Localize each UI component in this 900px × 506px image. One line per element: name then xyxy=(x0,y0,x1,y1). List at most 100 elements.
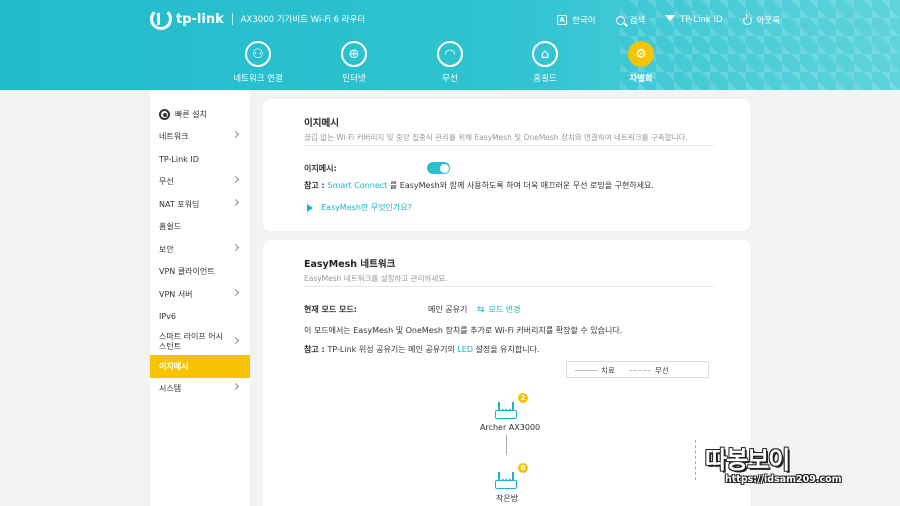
tplink-id-icon xyxy=(665,15,676,25)
note-suffix: 설정을 유지합니다. xyxy=(473,345,540,354)
chevron-right-icon xyxy=(231,130,240,139)
sidebar-item-vpn-client[interactable]: VPN 클라이언트 xyxy=(150,260,250,283)
nav-network-map[interactable]: ⚇ 네트워크 연결 xyxy=(213,38,303,84)
sidebar-item-label: 스마트 라이프 어시 스턴트 xyxy=(159,332,223,351)
led-link[interactable]: LED xyxy=(457,345,473,354)
easymesh-card: 이지메시 끊김 없는 Wi-Fi 커버리지 및 중앙 집중식 관리를 위해 Ea… xyxy=(263,99,750,231)
topology-legend: 치료 무선 xyxy=(566,361,709,378)
search-link[interactable]: 검색 xyxy=(615,14,646,26)
divider xyxy=(304,286,714,287)
note-text: 를 EasyMesh와 함께 사용하도록 하여 더욱 매끄러운 무선 로밍을 구… xyxy=(387,181,654,190)
sidebar-item-label: VPN 서버 xyxy=(159,290,193,299)
sidebar-item-label: 시스템 xyxy=(159,384,182,393)
nav-label: 차별화 xyxy=(629,74,653,84)
wifi-icon: ◠ xyxy=(437,41,463,67)
wireless-line-sample xyxy=(629,370,651,371)
sidebar-item-label: 이지메시 xyxy=(159,362,189,371)
satellite-client-count: 0 xyxy=(518,463,528,473)
sidebar-item-label: 빠른 설치 xyxy=(175,110,207,119)
nav-internet[interactable]: ⊕ 인터넷 xyxy=(309,38,399,84)
chevron-right-icon xyxy=(231,382,240,391)
nav-advanced[interactable]: ⚙ 차별화 xyxy=(596,38,686,84)
mode-info: 이 모드에서는 EasyMesh 및 OneMesh 장치를 추가로 Wi-Fi… xyxy=(304,326,623,335)
main-router-node[interactable] xyxy=(495,401,517,419)
sidebar-item-wireless[interactable]: 무선 xyxy=(150,170,250,193)
easymesh-description: 끊김 없는 Wi-Fi 커버리지 및 중앙 집중식 관리를 위해 EasyMes… xyxy=(304,133,688,142)
wired-connection-line xyxy=(506,435,507,455)
chevron-right-icon xyxy=(231,175,240,184)
sidebar-item-security[interactable]: 보안 xyxy=(150,238,250,261)
chevron-right-icon xyxy=(231,198,240,207)
sidebar-item-label: NAT 포워딩 xyxy=(159,200,200,209)
sidebar-item-vpn-server[interactable]: VPN 서버 xyxy=(150,283,250,306)
sidebar-item-nat-forwarding[interactable]: NAT 포워딩 xyxy=(150,193,250,216)
easymesh-help-link[interactable]: EasyMesh란 무엇인가요? xyxy=(307,202,412,213)
brand-name: tp-link xyxy=(176,11,224,27)
easymesh-toggle-label: 이지메시: xyxy=(304,164,337,173)
wireless-connection-line xyxy=(695,440,696,480)
nav-label: 홈쉴드 xyxy=(533,74,557,84)
network-map-icon: ⚇ xyxy=(245,41,271,67)
tplink-id-link[interactable]: TP-Link ID xyxy=(665,14,723,26)
swap-icon: ⇆ xyxy=(477,305,485,315)
sidebar-item-label: 무선 xyxy=(159,177,174,186)
sidebar-item-system[interactable]: 시스템 xyxy=(150,377,250,400)
logout-link[interactable]: 아웃룩 xyxy=(742,13,780,26)
top-links: A 한국어 검색 TP-Link ID 아웃룩 xyxy=(557,13,780,26)
mode-change-link[interactable]: ⇆ 모드 변경 xyxy=(477,304,521,315)
sidebar-item-label: 홈쉴드 xyxy=(159,222,182,231)
nav-label: 무선 xyxy=(442,74,458,84)
easymesh-toggle[interactable] xyxy=(427,162,450,174)
top-header: tp-link AX3000 기가비트 Wi-Fi 6 라우터 A 한국어 검색… xyxy=(0,0,900,90)
language-label: 한국어 xyxy=(572,16,596,26)
chevron-right-icon xyxy=(231,336,240,345)
network-description: EasyMesh 네트워크를 설정하고 관리하세요. xyxy=(304,274,448,283)
router-model: AX3000 기가비트 Wi-Fi 6 라우터 xyxy=(240,15,366,25)
logout-label: 아웃룩 xyxy=(756,16,780,26)
quick-setup-icon xyxy=(159,109,170,120)
tplink-id-label: TP-Link ID xyxy=(680,15,723,25)
sidebar-item-homeshield[interactable]: 홈쉴드 xyxy=(150,215,250,238)
language-link[interactable]: A 한국어 xyxy=(557,14,596,26)
sidebar-item-label: VPN 클라이언트 xyxy=(159,267,215,276)
smart-connect-link[interactable]: Smart Connect xyxy=(328,181,388,190)
easymesh-network-card: EasyMesh 네트워크 EasyMesh 네트워크를 설정하고 관리하세요.… xyxy=(263,240,750,506)
legend-wireless: 무선 xyxy=(655,366,669,375)
easymesh-title: 이지메시 xyxy=(304,118,339,129)
help-link-label: EasyMesh란 무엇인가요? xyxy=(321,203,412,212)
satellite-name: 작은방 xyxy=(496,494,519,503)
nav-homeshield[interactable]: ⌂ 홈쉴드 xyxy=(500,38,590,84)
logo-divider xyxy=(231,13,233,25)
globe-icon: ⊕ xyxy=(341,41,367,67)
main-router-name: Archer AX3000 xyxy=(480,423,541,432)
chevron-right-icon xyxy=(231,288,240,297)
note-prefix: 참고 : xyxy=(304,181,328,190)
watermark: 따봉보이 https://idsam209.com xyxy=(705,440,890,500)
sidebar-item-easymesh[interactable]: 이지메시 xyxy=(150,355,250,378)
nav-label: 인터넷 xyxy=(342,74,366,84)
main-nav: ⚇ 네트워크 연결 ⊕ 인터넷 ◠ 무선 ⌂ 홈쉴드 ⚙ 차별화 xyxy=(0,38,900,88)
play-icon xyxy=(307,203,313,212)
satellite-router-node[interactable] xyxy=(495,471,517,489)
watermark-title: 따봉보이 xyxy=(705,446,790,474)
legend-wired: 치료 xyxy=(601,366,615,375)
nav-wireless[interactable]: ◠ 무선 xyxy=(405,38,495,84)
mode-value: 메인 공유기 xyxy=(428,305,468,314)
logout-icon xyxy=(742,13,752,25)
search-label: 검색 xyxy=(629,16,646,26)
mode-label: 현재 모드 모드: xyxy=(304,305,357,314)
note-prefix: 참고 : xyxy=(304,345,328,354)
sidebar-item-network[interactable]: 네트워크 xyxy=(150,125,250,148)
search-icon xyxy=(615,15,625,25)
divider xyxy=(304,145,714,146)
sidebar-item-ipv6[interactable]: IPv6 xyxy=(150,305,250,328)
network-title: EasyMesh 네트워크 xyxy=(304,259,396,270)
brand-logo[interactable]: tp-link AX3000 기가비트 Wi-Fi 6 라우터 xyxy=(150,8,365,30)
easymesh-note: 참고 : Smart Connect 를 EasyMesh와 함께 사용하도록 … xyxy=(304,180,654,191)
sidebar-item-quick-setup[interactable]: 빠른 설치 xyxy=(150,103,250,126)
sidebar-item-smart-life[interactable]: 스마트 라이프 어시 스턴트 xyxy=(150,329,250,355)
sidebar-item-label: 보안 xyxy=(159,245,174,254)
sidebar-item-tplink-id[interactable]: TP-Link ID xyxy=(150,148,250,171)
sidebar-item-label: 네트워크 xyxy=(159,132,189,141)
wired-line-sample xyxy=(575,370,597,371)
